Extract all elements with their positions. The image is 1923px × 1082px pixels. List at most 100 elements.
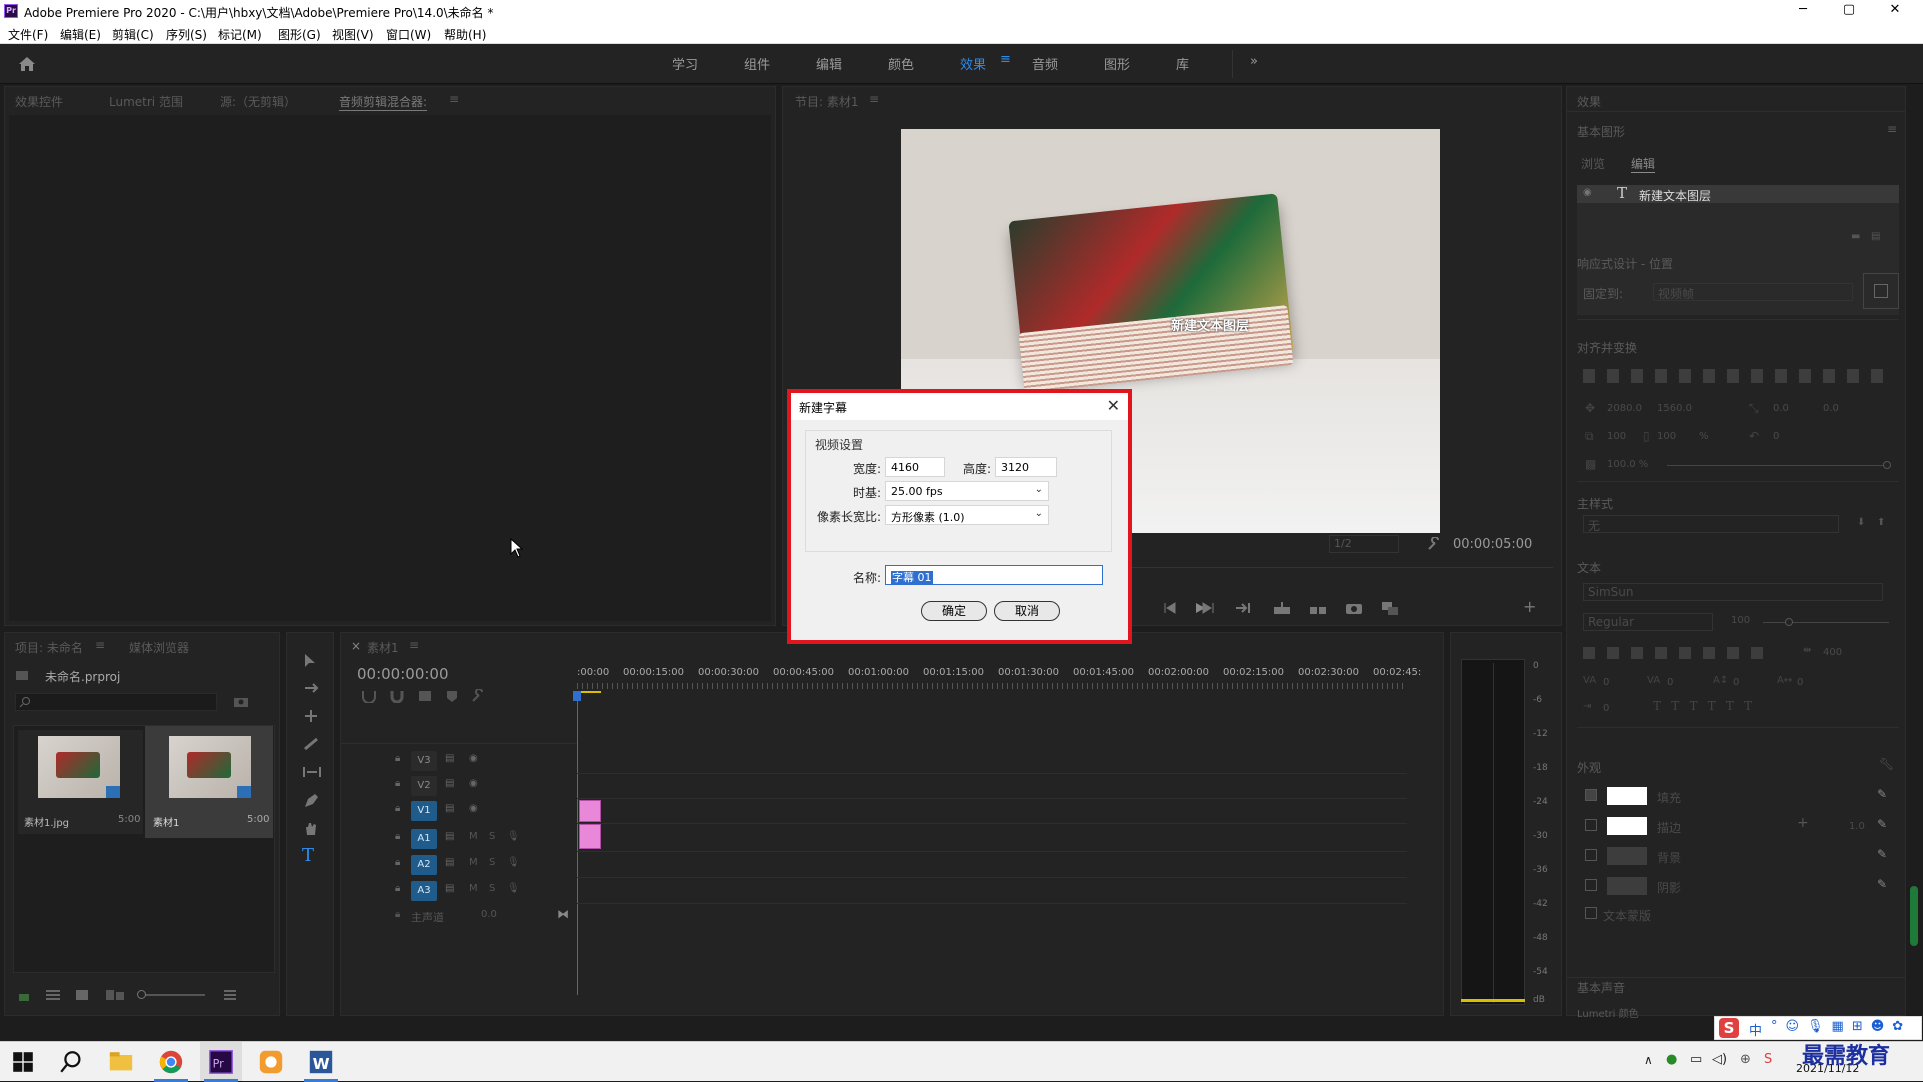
solo-button[interactable]: S	[489, 883, 495, 894]
track-label[interactable]: A2	[411, 855, 437, 875]
menu-help[interactable]: 帮助(H)	[444, 26, 486, 43]
eye-icon[interactable]: ◉	[1583, 187, 1592, 198]
kerning-value[interactable]: 0	[1603, 677, 1609, 688]
sync-lock-icon[interactable]: ▤	[445, 831, 454, 842]
fill-color-swatch[interactable]	[1607, 787, 1647, 805]
panel-scrollbar[interactable]	[1910, 886, 1918, 946]
track-label[interactable]: A3	[411, 881, 437, 901]
master-volume[interactable]: 0.0	[481, 909, 497, 920]
track-label[interactable]: A1	[411, 829, 437, 849]
project-item[interactable]: 素材1.jpg 5:00	[18, 730, 143, 834]
wrench-icon[interactable]	[1427, 537, 1441, 551]
timeline-timecode[interactable]: 00:00:00:00	[357, 665, 449, 683]
selection-tool-icon[interactable]	[303, 653, 317, 669]
close-tab-icon[interactable]: ×	[351, 639, 361, 653]
menu-marker[interactable]: 标记(M)	[218, 26, 262, 43]
ripple-edit-tool-icon[interactable]	[303, 709, 319, 723]
volume-icon[interactable]: ◁)	[1712, 1052, 1727, 1067]
workspace-audio[interactable]: 音频	[1032, 54, 1058, 73]
slip-tool-icon[interactable]	[303, 765, 321, 779]
eye-icon[interactable]: ◉	[469, 778, 478, 789]
app-orange-icon[interactable]	[256, 1048, 286, 1076]
rotation-value[interactable]: 0	[1773, 431, 1779, 442]
leading-value[interactable]: 0	[1667, 677, 1673, 688]
scale-height[interactable]: 100	[1657, 431, 1676, 442]
opacity-slider-handle[interactable]	[1883, 461, 1891, 469]
tab-audio-clip-mixer[interactable]: 音频剪辑混合器:	[339, 93, 428, 111]
eyedropper-icon[interactable]: ✎	[1877, 817, 1887, 831]
lock-icon[interactable]	[17, 989, 31, 1001]
align-buttons[interactable]	[1583, 369, 1883, 383]
pin-widget[interactable]	[1863, 273, 1899, 309]
text-mask-checkbox[interactable]	[1585, 907, 1597, 919]
layer-row[interactable]: ◉ T 新建文本图层	[1577, 184, 1899, 204]
sync-lock-icon[interactable]: ▤	[445, 883, 454, 894]
panel-menu-icon[interactable]: ≡	[869, 92, 879, 106]
menu-sequence[interactable]: 序列(S)	[166, 26, 207, 43]
eye-icon[interactable]: ◉	[469, 803, 478, 814]
razor-tool-icon[interactable]	[303, 737, 319, 751]
solo-button[interactable]: S	[489, 831, 495, 842]
sync-lock-icon[interactable]: ▤	[445, 857, 454, 868]
menu-clip[interactable]: 剪辑(C)	[112, 26, 154, 43]
position-x[interactable]: 2080.0	[1607, 403, 1642, 414]
mute-button[interactable]: M	[469, 857, 478, 868]
playhead-handle[interactable]	[573, 691, 581, 701]
lock-icon[interactable]: 🔒︎	[395, 857, 400, 868]
ok-button[interactable]: 确定	[921, 601, 987, 621]
file-explorer-icon[interactable]	[106, 1048, 136, 1076]
lock-icon[interactable]: 🔒︎	[395, 753, 400, 764]
eyedropper-icon[interactable]: ✎	[1877, 877, 1887, 891]
opacity-slider[interactable]	[1667, 465, 1887, 466]
timebase-select[interactable]: 25.00 fps ⌄	[885, 481, 1049, 501]
workspace-effects[interactable]: 效果	[960, 54, 986, 73]
zoom-select[interactable]: 1/2	[1329, 535, 1399, 553]
baseline-value[interactable]: 0	[1733, 677, 1739, 688]
pixel-aspect-select[interactable]: 方形像素 (1.0) ⌄	[885, 505, 1049, 525]
sogou-logo-icon[interactable]: S	[1719, 1018, 1739, 1038]
clip-v2[interactable]	[579, 800, 601, 822]
panel-menu-icon[interactable]: ≡	[409, 638, 419, 652]
lift-icon[interactable]	[1273, 601, 1291, 615]
pull-style-icon[interactable]: ⬆	[1877, 517, 1885, 528]
fill-checkbox[interactable]	[1585, 789, 1597, 801]
tray-input-icon[interactable]: ⊕	[1740, 1052, 1751, 1067]
tab-sequence[interactable]: 素材1	[367, 639, 399, 656]
shadow-checkbox[interactable]	[1585, 879, 1597, 891]
add-stroke-icon[interactable]: +	[1797, 815, 1809, 831]
tab-lumetri-scopes[interactable]: Lumetri 范围	[109, 93, 183, 110]
minimize-button[interactable]: ─	[1780, 0, 1826, 22]
tray-app-icon[interactable]: ●	[1666, 1052, 1677, 1067]
zoom-slider-handle[interactable]	[137, 990, 146, 999]
project-search-input[interactable]	[15, 693, 217, 711]
tab-effect-controls[interactable]: 效果控件	[15, 93, 63, 110]
clip-v1[interactable]	[579, 824, 601, 849]
timeline-settings-wrench-icon[interactable]	[471, 689, 485, 703]
width-input[interactable]: 4160	[885, 457, 945, 477]
maximize-button[interactable]: ▢	[1826, 0, 1872, 22]
scale-width[interactable]: 100	[1607, 431, 1626, 442]
menu-view[interactable]: 视图(V)	[332, 26, 374, 43]
sogou-icon[interactable]: S	[1764, 1052, 1772, 1067]
hand-tool-icon[interactable]	[303, 821, 319, 837]
workspace-color[interactable]: 颜色	[888, 54, 914, 73]
sync-lock-icon[interactable]: ▤	[445, 803, 454, 814]
ime-tool-icons[interactable]: °☺🎙▦⊞☻✿	[1771, 1019, 1911, 1034]
camera-icon[interactable]	[1345, 601, 1363, 615]
icon-view-icon[interactable]	[75, 989, 89, 1001]
workspace-graphics[interactable]: 图形	[1104, 54, 1130, 73]
workspace-editing[interactable]: 编辑	[816, 54, 842, 73]
lock-icon[interactable]: 🔒︎	[395, 831, 400, 842]
text-style-buttons[interactable]: TTTTTT	[1653, 699, 1762, 713]
lock-icon[interactable]: 🔒︎	[395, 778, 400, 789]
tracking-value[interactable]: 400	[1823, 647, 1842, 658]
layer-name[interactable]: 新建文本图层	[1639, 187, 1711, 204]
eyedropper-icon[interactable]: ✎	[1877, 847, 1887, 861]
pin-to-select[interactable]: 视频帧	[1653, 283, 1853, 301]
tab-width-value[interactable]: 0	[1603, 703, 1609, 714]
step-back-icon[interactable]	[1163, 601, 1177, 615]
font-size-slider[interactable]	[1763, 622, 1889, 623]
track-label[interactable]: V3	[411, 751, 437, 771]
search-icon[interactable]	[56, 1048, 86, 1076]
add-marker-icon[interactable]	[445, 689, 459, 703]
